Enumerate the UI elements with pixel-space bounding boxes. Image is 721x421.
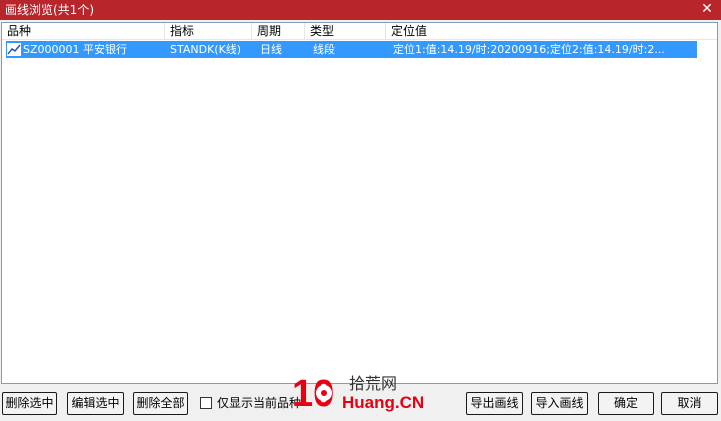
cell-type: 线段 [313, 43, 335, 56]
cell-position: 定位1:值:14.19/时:20200916;定位2:值:14.19/时:2..… [393, 43, 665, 56]
export-drawings-button[interactable]: 导出画线 [466, 392, 523, 415]
delete-selected-button[interactable]: 删除选中 [2, 392, 57, 415]
drawing-list[interactable]: 品种 指标 周期 类型 定位值 SZ000001 平安银行 STANDK(K线)… [1, 22, 718, 384]
cancel-button[interactable]: 取消 [661, 392, 718, 415]
edit-selected-button[interactable]: 编辑选中 [67, 392, 124, 415]
column-header-symbol[interactable]: 品种 [2, 23, 165, 39]
title-bar: 画线浏览(共1个) ✕ [0, 0, 721, 20]
column-header-type[interactable]: 类型 [305, 23, 386, 39]
list-header: 品种 指标 周期 类型 定位值 [2, 23, 717, 40]
table-row[interactable]: SZ000001 平安银行 STANDK(K线) 日线 线段 定位1:值:14.… [6, 41, 697, 58]
delete-all-button[interactable]: 删除全部 [133, 392, 188, 415]
line-chart-icon [7, 43, 21, 56]
import-drawings-button[interactable]: 导入画线 [531, 392, 588, 415]
column-header-indicator[interactable]: 指标 [165, 23, 252, 39]
window-title: 画线浏览(共1个) [5, 3, 94, 17]
cell-indicator: STANDK(K线) [170, 43, 242, 56]
cell-period: 日线 [260, 43, 282, 56]
watermark-text-cn: 拾荒网 [349, 374, 397, 393]
current-symbol-only-checkbox[interactable] [200, 397, 212, 409]
cell-symbol: SZ000001 平安银行 [23, 43, 128, 56]
column-header-period[interactable]: 周期 [252, 23, 305, 39]
close-icon[interactable]: ✕ [699, 1, 715, 17]
current-symbol-only-label: 仅显示当前品种 [217, 396, 302, 410]
watermark-text-en: Huang.CN [342, 393, 424, 412]
ok-button[interactable]: 确定 [598, 392, 654, 415]
watermark-logo: 10 拾荒网 Huang.CN [292, 373, 424, 415]
column-header-position[interactable]: 定位值 [386, 23, 717, 39]
